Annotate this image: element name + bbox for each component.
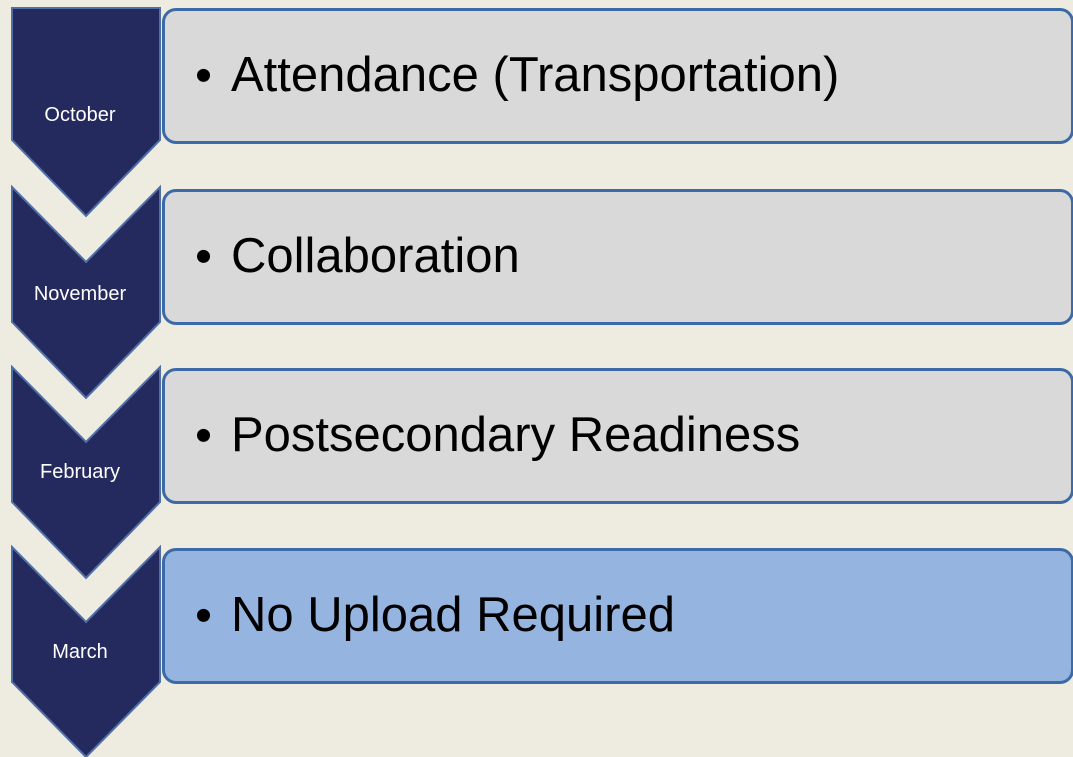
step-box-november: Collaboration <box>162 189 1073 325</box>
step-box-march: No Upload Required <box>162 548 1073 684</box>
month-label-october: October <box>44 104 116 126</box>
month-label-march: March <box>52 641 108 663</box>
step-item-march: No Upload Required <box>197 587 675 643</box>
month-label-november: November <box>33 283 127 305</box>
step-item-text: Postsecondary Readiness <box>231 407 801 462</box>
bullet-dot-icon <box>197 249 210 263</box>
step-item-february: Postsecondary Readiness <box>197 407 800 463</box>
step-item-text: Collaboration <box>231 228 520 283</box>
step-item-text: Attendance (Transportation) <box>231 47 840 102</box>
step-item-text: No Upload Required <box>231 587 675 642</box>
bullet-dot-icon <box>197 428 210 442</box>
step-item-october: Attendance (Transportation) <box>197 47 839 103</box>
step-item-november: Collaboration <box>197 228 520 284</box>
bullet-dot-icon <box>197 608 210 622</box>
step-box-february: Postsecondary Readiness <box>162 368 1073 504</box>
month-label-february: February <box>39 461 121 483</box>
step-box-october: Attendance (Transportation) <box>162 8 1073 144</box>
bullet-dot-icon <box>197 68 210 82</box>
